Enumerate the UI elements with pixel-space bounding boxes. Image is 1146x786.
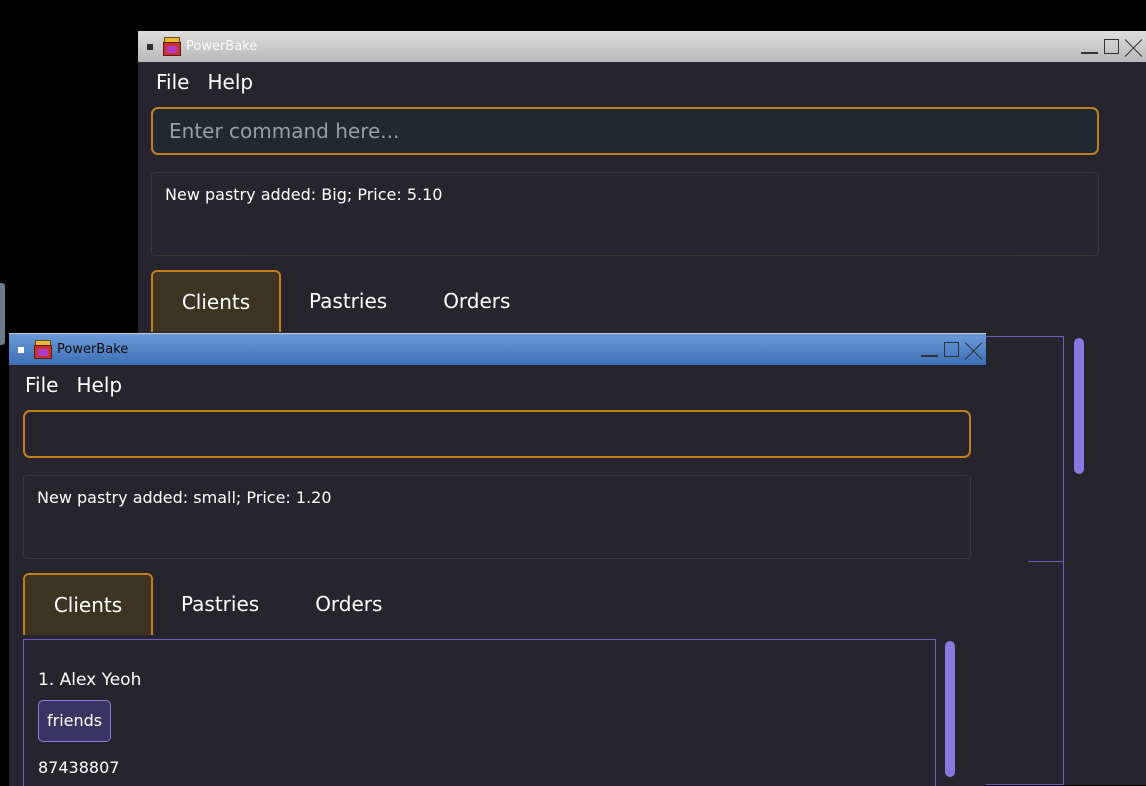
scrollbar-thumb[interactable] bbox=[1074, 338, 1084, 474]
window-menu-button[interactable] bbox=[9, 339, 33, 361]
scrollbar-thumb[interactable] bbox=[945, 641, 955, 777]
close-icon[interactable] bbox=[963, 339, 984, 360]
menu-help[interactable]: Help bbox=[207, 70, 253, 94]
result-text: New pastry added: small; Price: 1.20 bbox=[37, 488, 332, 507]
tab-bar: Clients Pastries Orders bbox=[151, 270, 538, 332]
client-list-panel: 1. Alex Yeoh friends 87438807 bbox=[23, 639, 936, 786]
tab-clients[interactable]: Clients bbox=[151, 270, 281, 332]
client-phone: 87438807 bbox=[38, 758, 120, 777]
tab-pastries[interactable]: Pastries bbox=[153, 573, 287, 635]
window-title: PowerBake bbox=[57, 342, 129, 357]
menu-help[interactable]: Help bbox=[76, 373, 122, 397]
minimize-icon[interactable] bbox=[1079, 36, 1100, 57]
powerbake-window-foreground[interactable]: PowerBake File Help New pastry added: sm… bbox=[9, 333, 986, 786]
app-icon bbox=[33, 339, 53, 360]
tab-orders[interactable]: Orders bbox=[287, 573, 410, 635]
result-display: New pastry added: Big; Price: 5.10 bbox=[151, 172, 1099, 256]
tab-bar: Clients Pastries Orders bbox=[23, 573, 410, 635]
tab-pastries[interactable]: Pastries bbox=[281, 270, 415, 332]
title-bar[interactable]: PowerBake bbox=[138, 31, 1146, 62]
menu-bar: File Help bbox=[9, 365, 140, 405]
command-input[interactable] bbox=[23, 410, 971, 458]
title-bar[interactable]: PowerBake bbox=[9, 334, 986, 365]
minimize-icon[interactable] bbox=[919, 339, 940, 360]
window-menu-button[interactable] bbox=[138, 36, 162, 58]
window-title: PowerBake bbox=[186, 39, 258, 54]
maximize-icon[interactable] bbox=[1101, 36, 1122, 57]
result-text: New pastry added: Big; Price: 5.10 bbox=[165, 185, 443, 204]
tag-badge: friends bbox=[38, 700, 112, 742]
close-icon[interactable] bbox=[1123, 36, 1144, 57]
maximize-icon[interactable] bbox=[941, 339, 962, 360]
result-display: New pastry added: small; Price: 1.20 bbox=[23, 475, 971, 559]
desktop-edge-widget bbox=[0, 283, 5, 345]
command-input[interactable]: Enter command here... bbox=[151, 107, 1099, 155]
menu-bar: File Help bbox=[138, 62, 271, 102]
list-divider bbox=[1028, 561, 1064, 562]
tab-clients[interactable]: Clients bbox=[23, 573, 153, 635]
app-icon bbox=[162, 36, 182, 57]
client-name: 1. Alex Yeoh bbox=[38, 670, 142, 690]
menu-file[interactable]: File bbox=[156, 70, 189, 94]
tab-orders[interactable]: Orders bbox=[415, 270, 538, 332]
menu-file[interactable]: File bbox=[25, 373, 58, 397]
